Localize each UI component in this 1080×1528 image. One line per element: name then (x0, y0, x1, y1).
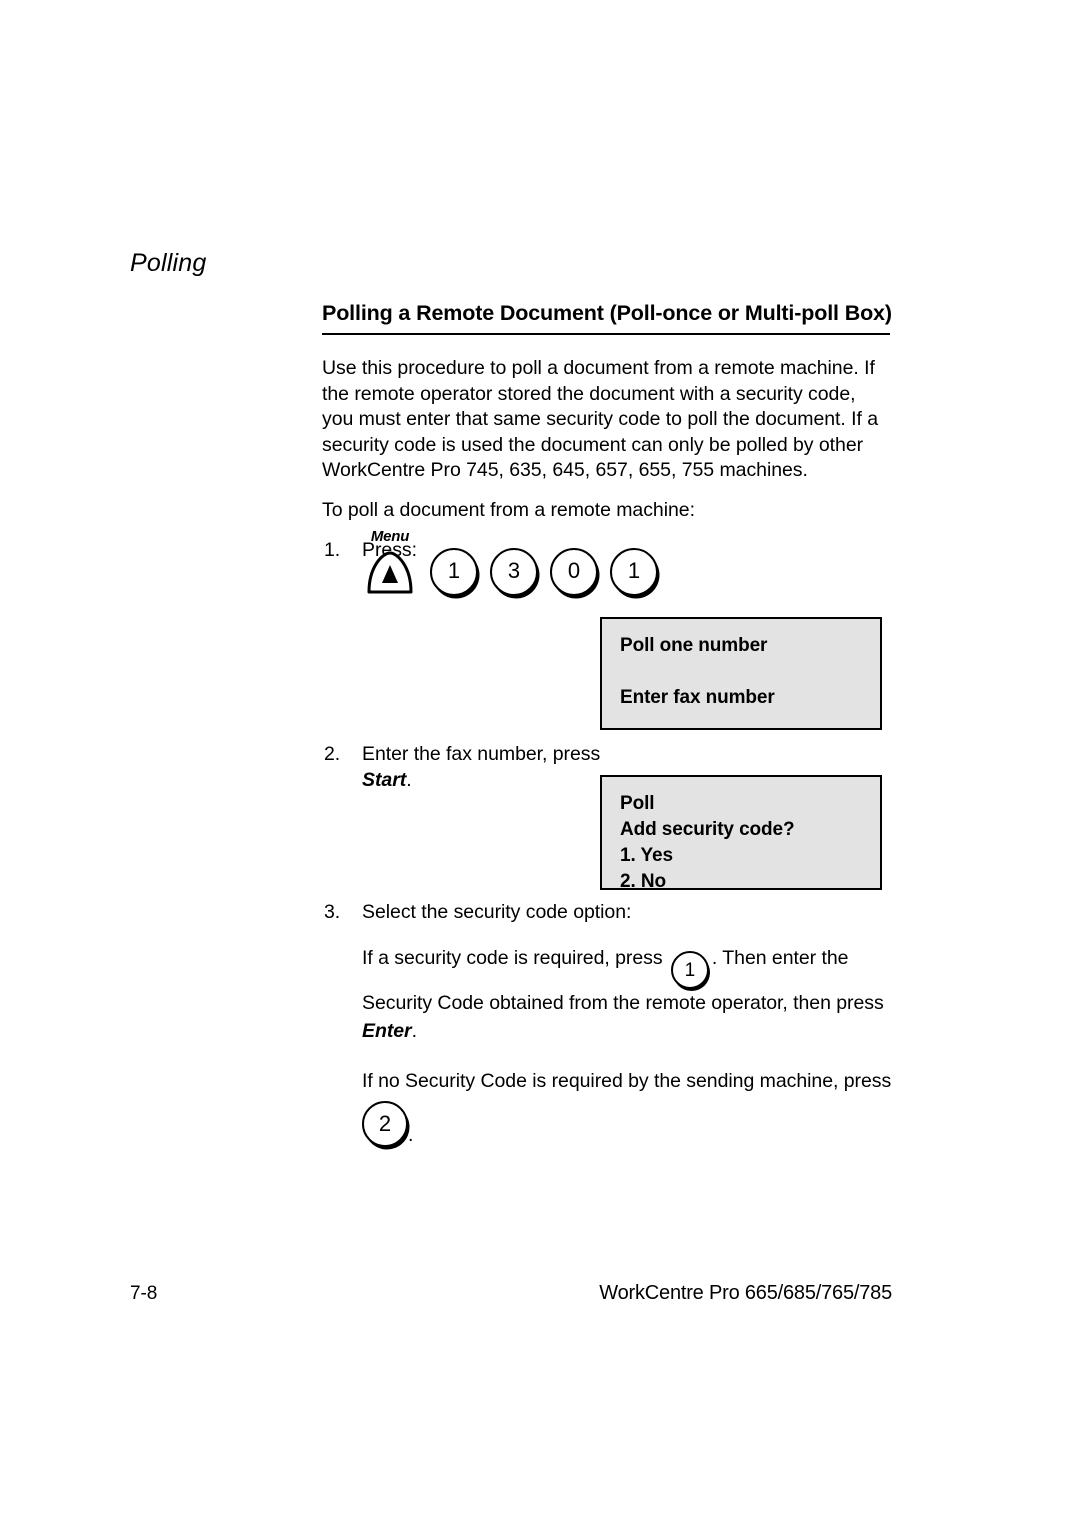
step-2-text-after: . (406, 768, 412, 791)
number-key-3[interactable]: 3 (490, 548, 538, 596)
step-3-number: 3. (324, 901, 341, 923)
step-2-number: 2. (324, 743, 341, 765)
number-key-1-second-label: 1 (627, 558, 641, 583)
number-key-1[interactable]: 1 (430, 548, 478, 596)
lcd-line: Poll (620, 793, 655, 814)
number-key-1-label: 1 (447, 558, 461, 583)
step-3: 3. Select the security code option: (322, 900, 892, 926)
security-no-text: If no Security Code is required by the s… (362, 1070, 892, 1093)
number-key-2[interactable]: 2 (362, 1101, 408, 1148)
step-2: 2. Enter the fax number, press Start. (322, 742, 602, 793)
number-key-0[interactable]: 0 (550, 548, 598, 596)
key-sequence-graphic: Menu 1 3 0 1 (362, 528, 658, 596)
step-3-text: Select the security code option: (362, 901, 632, 923)
inline-number-key-1-label: 1 (684, 959, 696, 981)
security-option-no-key-wrap: 2. (322, 1101, 892, 1148)
number-key-3-label: 3 (507, 558, 521, 583)
security-option-yes-paragraph: If a security code is required, press 1.… (322, 944, 892, 1046)
lcd-line: Add security code? (620, 819, 795, 840)
step-3-container: 3. Select the security code option: If a… (322, 900, 892, 1148)
footer-product-name: WorkCentre Pro 665/685/765/785 (599, 1282, 892, 1304)
security-no-trailing-punctuation: . (408, 1124, 414, 1147)
lcd-line: 2. No (620, 871, 666, 892)
inline-number-key-1[interactable]: 1 (670, 951, 709, 990)
lcd-line: 1. Yes (620, 845, 673, 866)
number-key-1-second[interactable]: 1 (610, 548, 658, 596)
lcd-line: Poll one number (620, 635, 768, 656)
intro-paragraph-2: To poll a document from a remote machine… (322, 498, 695, 521)
lcd-line: Enter fax number (620, 687, 775, 708)
security-yes-emphasis: Enter (362, 1020, 412, 1043)
security-yes-text-before: If a security code is required, press (362, 946, 668, 969)
step-1-number: 1. (324, 538, 341, 561)
step-2-emphasis: Start (362, 768, 407, 791)
lcd-display-poll-one-number: Poll one number Enter fax number (600, 617, 882, 730)
security-yes-text-after: . (411, 1020, 417, 1043)
menu-key-label: Menu (370, 528, 410, 545)
security-option-no-paragraph: If no Security Code is required by the s… (322, 1067, 892, 1095)
lcd-display-add-security-code: Poll Add security code? 1. Yes 2. No (600, 775, 882, 892)
running-head: Polling (130, 249, 207, 277)
step-2-container: 2. Enter the fax number, press Start. (322, 742, 602, 793)
page-title: Polling a Remote Document (Poll-once or … (322, 301, 892, 325)
step-2-text-before: Enter the fax number, press (362, 743, 601, 765)
number-key-0-label: 0 (567, 558, 581, 583)
number-key-2-label: 2 (378, 1111, 392, 1137)
footer-page-number: 7-8 (130, 1283, 158, 1304)
heading-divider (322, 333, 890, 335)
menu-dome-triangle-icon (365, 550, 415, 595)
intro-paragraph-1: Use this procedure to poll a document fr… (322, 357, 879, 482)
menu-key[interactable]: Menu (362, 528, 418, 596)
document-page: Polling Polling a Remote Document (Poll-… (0, 0, 1080, 1528)
